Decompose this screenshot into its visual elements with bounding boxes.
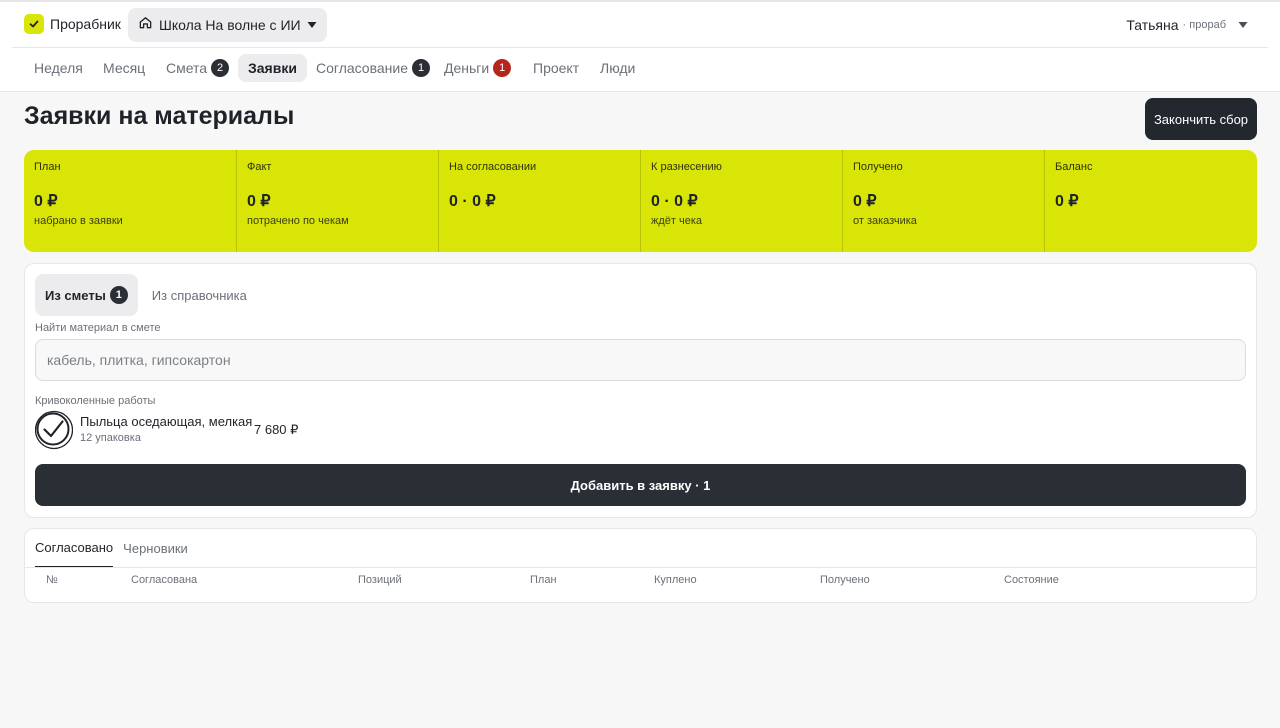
- stat-subtitle: потрачено по чекам: [247, 215, 349, 227]
- stat-subtitle: ждёт чека: [651, 215, 703, 227]
- column-header-plan[interactable]: План: [530, 574, 557, 586]
- stat-label: Получено: [853, 161, 903, 173]
- tab-label: Из справочника: [151, 287, 247, 303]
- page-title: Заявки на материалы: [24, 102, 295, 130]
- stat-balance: Баланс 0 ₽: [1044, 150, 1257, 252]
- tab-people[interactable]: Люди: [590, 54, 645, 82]
- tab-drafts[interactable]: Черновики: [123, 529, 188, 568]
- stat-label: На согласовании: [449, 161, 537, 173]
- main-tabs: Неделя Месяц Смета 2 Заявки Согласование 1…: [0, 48, 1280, 92]
- tab-from-catalog[interactable]: Из справочника: [142, 274, 257, 316]
- app-name: Прорабник: [50, 16, 121, 32]
- tab-label: Из сметы: [45, 287, 106, 303]
- tab-money[interactable]: Деньги 1: [434, 54, 521, 82]
- checkmark-icon: [24, 14, 44, 34]
- tab-month[interactable]: Месяц: [93, 54, 155, 82]
- stat-pending-approval: На согласовании 0 · 0 ₽: [438, 150, 640, 252]
- tab-approved[interactable]: Согласовано: [35, 529, 114, 568]
- tab-week[interactable]: Неделя: [24, 54, 93, 82]
- chevron-down-icon: [307, 16, 317, 34]
- count-badge: 1: [109, 286, 128, 304]
- project-selector[interactable]: Школа На волне с ИИ: [128, 8, 327, 42]
- stat-value: 0 · 0 ₽: [651, 193, 698, 210]
- column-header-received[interactable]: Получено: [820, 574, 870, 586]
- column-header-bought[interactable]: Куплено: [654, 574, 697, 586]
- stat-label: Баланс: [1055, 161, 1093, 173]
- alert-badge: 1: [493, 59, 512, 77]
- material-item[interactable]: Пыльца оседающая, мелкая 12 упаковка 7 6…: [34, 409, 435, 451]
- stat-label: План: [34, 161, 61, 173]
- add-materials-card: Из сметы 1 Из справочника Найти материал…: [24, 263, 1257, 518]
- stat-value: 0 ₽: [853, 193, 877, 210]
- column-header-positions[interactable]: Позиций: [358, 574, 402, 586]
- stat-received: Получено 0 ₽ от заказчика: [842, 150, 1044, 252]
- stat-value: 0 ₽: [1055, 193, 1079, 210]
- material-search-input[interactable]: [35, 339, 1246, 381]
- column-header-approved[interactable]: Согласована: [131, 574, 197, 586]
- divider: [25, 567, 1256, 568]
- project-name: Школа На волне с ИИ: [159, 17, 301, 33]
- stat-value: 0 · 0 ₽: [449, 193, 496, 210]
- stat-to-allocate: К разнесению 0 · 0 ₽ ждёт чека: [640, 150, 842, 252]
- tab-project[interactable]: Проект: [523, 54, 589, 82]
- stat-value: 0 ₽: [34, 193, 58, 210]
- user-role: · прораб: [1182, 19, 1226, 31]
- stat-subtitle: от заказчика: [853, 215, 917, 227]
- check-circle-icon: [34, 410, 74, 450]
- tab-approval[interactable]: Согласование 1: [306, 54, 440, 82]
- source-tabs: Из сметы 1 Из справочника: [35, 274, 257, 316]
- tab-from-estimate[interactable]: Из сметы 1: [35, 274, 138, 316]
- add-to-request-button[interactable]: Добавить в заявку · 1: [35, 464, 1246, 506]
- stat-subtitle: набрано в заявки: [34, 215, 123, 227]
- requests-card: Согласовано Черновики № Согласована Пози…: [24, 528, 1257, 603]
- count-badge: 1: [412, 59, 430, 77]
- column-header-number[interactable]: №: [46, 574, 58, 586]
- count-badge: 2: [211, 59, 230, 77]
- app-logo[interactable]: Прорабник: [24, 14, 121, 34]
- finish-collection-button[interactable]: Закончить сбор: [1145, 98, 1257, 140]
- stat-value: 0 ₽: [247, 193, 271, 210]
- home-icon: [138, 15, 153, 35]
- stat-label: К разнесению: [651, 161, 722, 173]
- column-header-status[interactable]: Состояние: [1004, 574, 1059, 586]
- summary-panel: План 0 ₽ набрано в заявки Факт 0 ₽ потра…: [24, 150, 1257, 252]
- item-price: 7 680 ₽: [254, 422, 299, 437]
- stat-fact: Факт 0 ₽ потрачено по чекам: [236, 150, 438, 252]
- item-name: Пыльца оседающая, мелкая: [80, 414, 253, 429]
- requests-tabs: Согласовано Черновики: [35, 529, 198, 568]
- chevron-down-icon: [1238, 16, 1248, 34]
- item-quantity: 12 упаковка: [80, 432, 141, 444]
- work-group-label: Кривоколенные работы: [35, 395, 156, 407]
- search-label: Найти материал в смете: [35, 322, 161, 334]
- top-header: Прорабник Школа На волне с ИИ Татьяна · …: [0, 2, 1280, 48]
- user-menu[interactable]: Татьяна · прораб: [1126, 16, 1248, 34]
- stat-label: Факт: [247, 161, 272, 173]
- user-name: Татьяна: [1126, 17, 1179, 33]
- stat-plan: План 0 ₽ набрано в заявки: [24, 150, 236, 252]
- item-checkbox[interactable]: [34, 409, 74, 451]
- tab-requests[interactable]: Заявки: [238, 54, 307, 82]
- tab-estimate[interactable]: Смета 2: [156, 54, 239, 82]
